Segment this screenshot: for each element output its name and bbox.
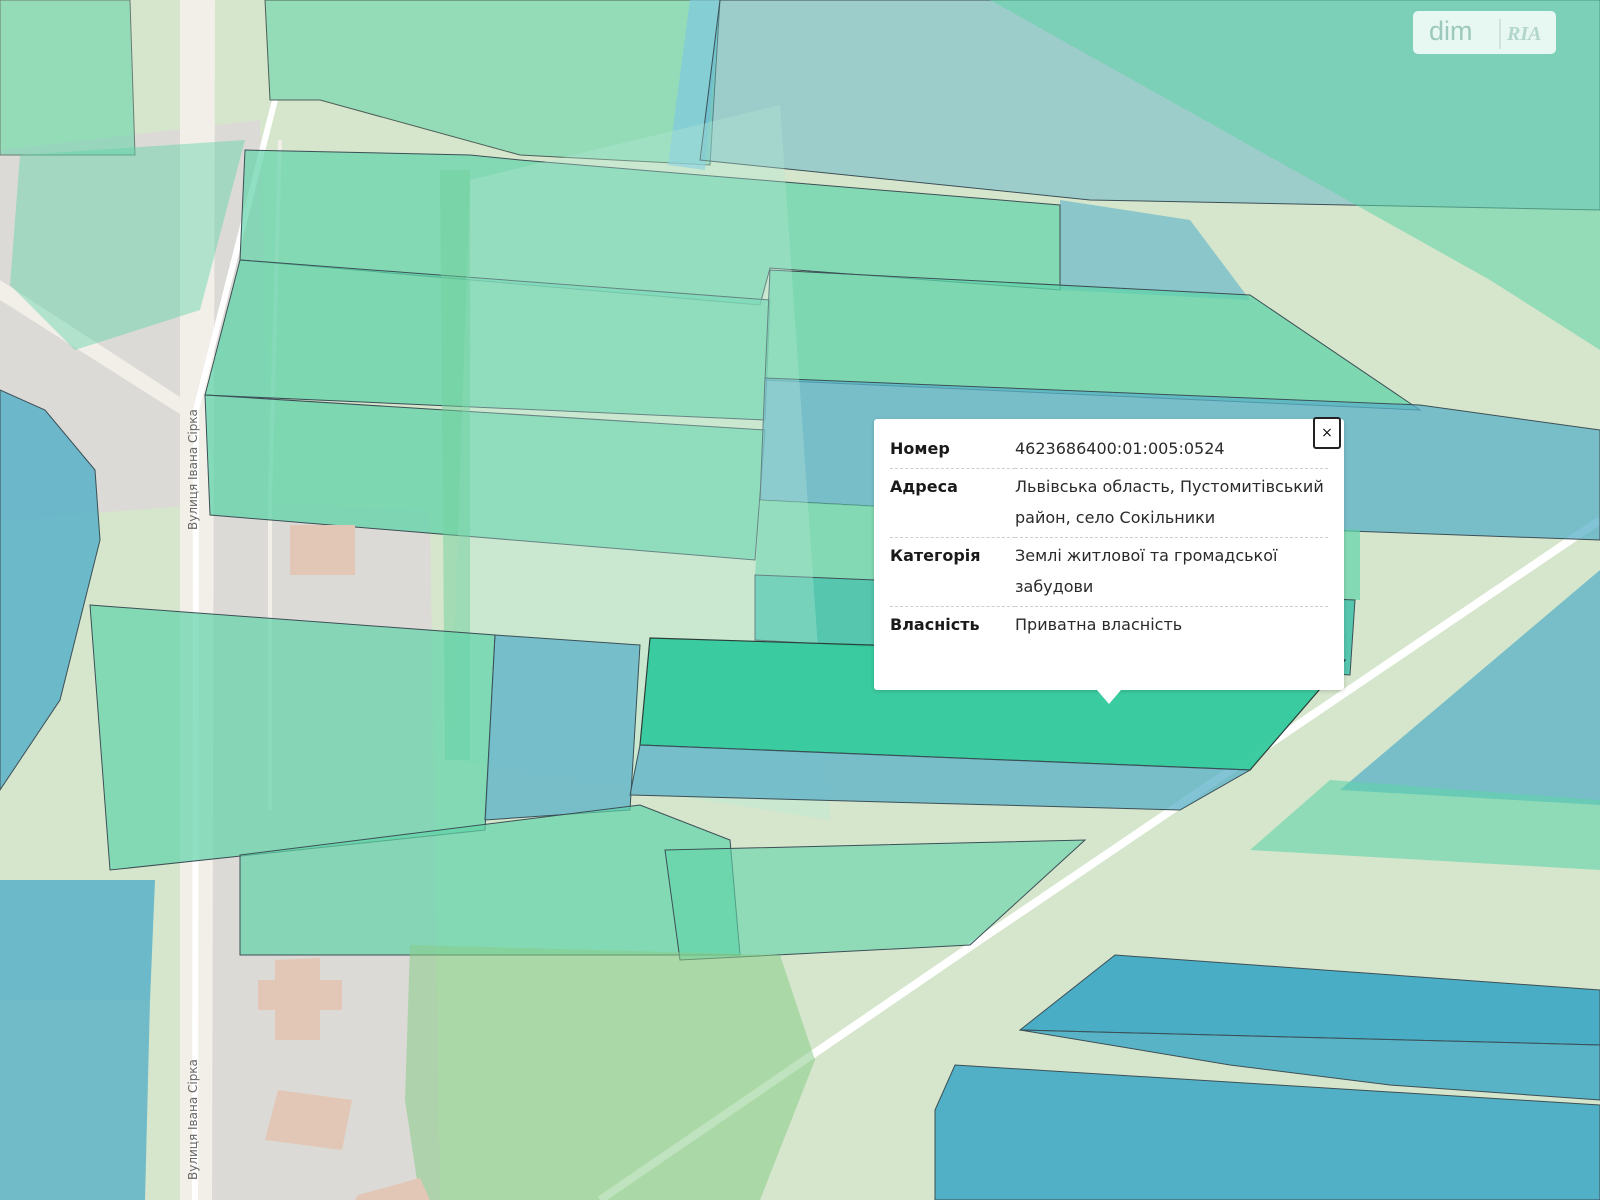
logo-dim-text: dim — [1429, 16, 1473, 46]
building — [290, 525, 355, 575]
parcel[interactable] — [0, 1000, 150, 1200]
close-icon: × — [1321, 425, 1333, 441]
parcel-info-popup: Номер 4623686400:01:005:0524 Адреса Льві… — [874, 417, 1344, 690]
info-value: Землі житлової та громадської забудови — [1015, 546, 1278, 596]
parcel-info-table: Номер 4623686400:01:005:0524 Адреса Льві… — [890, 431, 1328, 644]
cadastral-map[interactable]: Вулиця Івана Сірка Вулиця Івана Сірка — [0, 0, 1600, 1200]
info-row-address: Адреса Львівська область, Пустомитівськи… — [890, 469, 1328, 538]
info-key: Адреса — [890, 477, 958, 496]
popup-pointer — [1097, 690, 1121, 704]
info-row-ownership: Власність Приватна власність — [890, 607, 1328, 645]
info-key: Категорія — [890, 546, 981, 565]
info-row-category: Категорія Землі житлової та громадської … — [890, 538, 1328, 607]
logo-ria-text: RIA — [1499, 19, 1547, 49]
street-label: Вулиця Івана Сірка — [186, 1059, 200, 1180]
info-value: Львівська область, Пустомитівський район… — [1015, 477, 1324, 527]
dim-ria-logo: dim RIA — [1413, 11, 1556, 54]
info-key: Номер — [890, 439, 950, 458]
close-button[interactable]: × — [1313, 417, 1341, 449]
info-row-number: Номер 4623686400:01:005:0524 — [890, 431, 1328, 469]
parcel[interactable] — [0, 880, 155, 1000]
building — [265, 1090, 352, 1150]
parcel[interactable] — [405, 945, 815, 1200]
parcel[interactable] — [484, 634, 641, 821]
street-label: Вулиця Івана Сірка — [186, 409, 200, 530]
info-value: Приватна власність — [1015, 615, 1183, 634]
info-key: Власність — [890, 615, 980, 634]
info-value: 4623686400:01:005:0524 — [1015, 439, 1225, 458]
parcel[interactable] — [0, 0, 136, 156]
